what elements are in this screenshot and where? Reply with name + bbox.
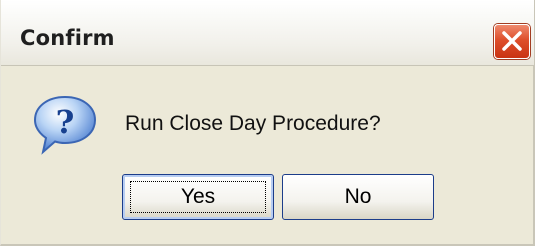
close-icon [502,31,522,51]
question-icon: ? [33,95,97,155]
yes-button[interactable]: Yes [122,174,274,220]
close-button[interactable] [494,24,530,59]
title-bar[interactable]: Confirm [1,0,534,66]
no-button[interactable]: No [282,174,434,220]
confirm-message: Run Close Day Procedure? [125,112,381,135]
svg-text:?: ? [56,103,75,141]
window-title: Confirm [20,26,115,50]
no-button-label: No [344,185,372,208]
focus-ring [130,181,266,213]
confirm-dialog: Confirm ? Run Close Day Procedure? Yes N… [0,0,535,246]
